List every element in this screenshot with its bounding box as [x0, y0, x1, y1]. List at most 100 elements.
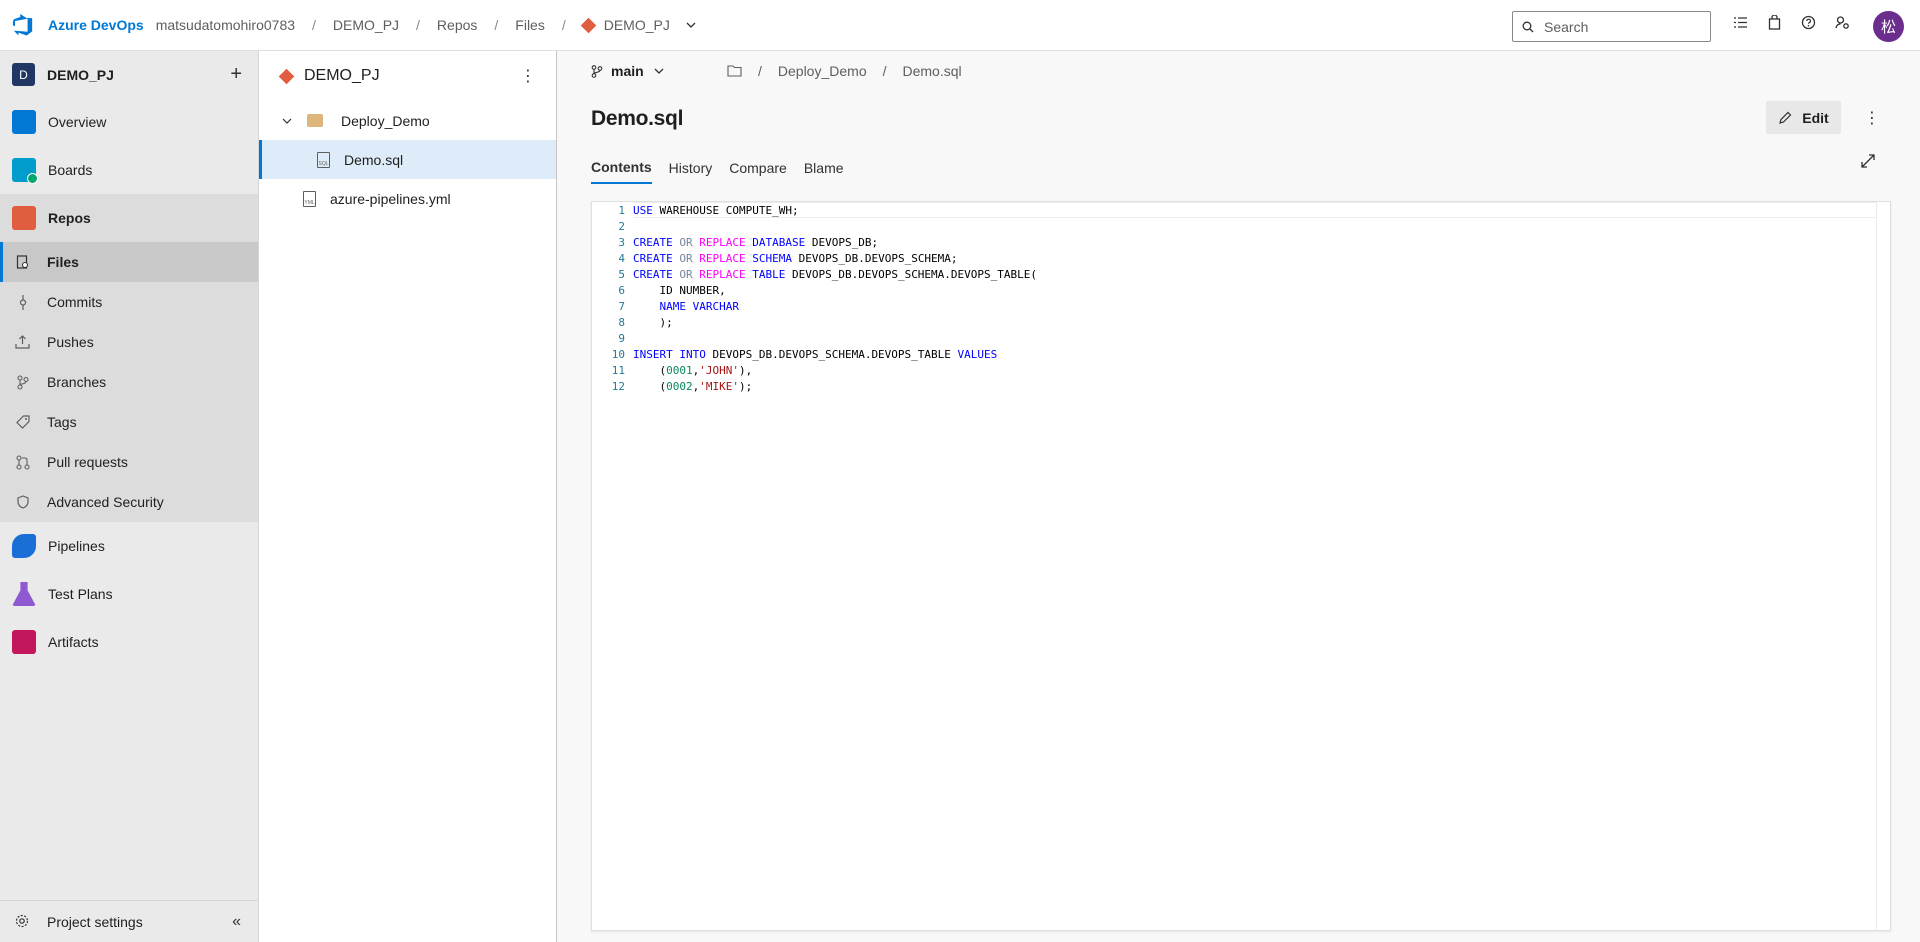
- breadcrumb-separator: /: [494, 17, 499, 33]
- project-settings-label: Project settings: [47, 913, 143, 930]
- add-icon[interactable]: +: [230, 63, 242, 86]
- brand-name[interactable]: Azure DevOps: [48, 17, 144, 33]
- code-view: 1 USE WAREHOUSE COMPUTE_WH; 2 3 CREATE OR …: [592, 202, 1037, 395]
- editor-scrollbar[interactable]: [1876, 202, 1890, 930]
- search-input[interactable]: Search: [1512, 11, 1711, 42]
- code-line: 10 INSERT INTO DEVOPS_DB.DEVOPS_SCHEMA.DE…: [592, 347, 1037, 363]
- pencil-icon: [1779, 111, 1792, 124]
- work-items-icon[interactable]: [1732, 14, 1749, 31]
- sidebar-item-pushes[interactable]: Pushes: [0, 322, 258, 362]
- breadcrumb-repo[interactable]: DEMO_PJ: [580, 17, 696, 33]
- collapse-icon[interactable]: «: [232, 913, 241, 931]
- sidebar-item-branches[interactable]: Branches: [0, 362, 258, 402]
- sidebar-item-pull-requests[interactable]: Pull requests: [0, 442, 258, 482]
- tab-contents[interactable]: Contents: [591, 151, 652, 184]
- top-icons: [1732, 14, 1851, 31]
- tab-compare[interactable]: Compare: [729, 151, 787, 184]
- nav-item-artifacts[interactable]: Artifacts: [0, 618, 258, 666]
- line-number: 12: [611, 380, 625, 393]
- tree-folder-label: Deploy_Demo: [341, 112, 430, 129]
- line-number: 5: [618, 268, 625, 281]
- user-settings-icon[interactable]: [1834, 14, 1851, 31]
- file-icon: [15, 255, 30, 270]
- more-options-icon[interactable]: ⋮: [1864, 108, 1880, 128]
- sidebar-item-label: Pull requests: [47, 454, 128, 470]
- line-number: 7: [618, 300, 625, 313]
- repo-icon: [580, 17, 597, 33]
- project-badge: D: [12, 63, 35, 86]
- nav-item-overview[interactable]: Overview: [0, 98, 258, 146]
- azure-devops-logo-icon: [12, 14, 33, 36]
- nav-item-pipelines[interactable]: Pipelines: [0, 522, 258, 570]
- tree-file-selected[interactable]: SQL Demo.sql: [259, 140, 556, 179]
- sidebar-item-tags[interactable]: Tags: [0, 402, 258, 442]
- chevron-down-icon: [654, 68, 664, 74]
- file-path: / Deploy_Demo / Demo.sql: [727, 63, 962, 79]
- line-number: 10: [611, 348, 625, 361]
- nav-item-test-plans[interactable]: Test Plans: [0, 570, 258, 618]
- project-settings[interactable]: Project settings «: [0, 900, 259, 942]
- code-line: 6 ID NUMBER,: [592, 283, 1037, 299]
- code-line: 2: [592, 219, 1037, 235]
- code-line: 9: [592, 331, 1037, 347]
- sql-file-icon: SQL: [317, 151, 330, 168]
- tree-file[interactable]: YML azure-pipelines.yml: [259, 179, 556, 218]
- help-icon[interactable]: [1800, 14, 1817, 31]
- project-name: DEMO_PJ: [47, 66, 114, 83]
- nav-item-repos[interactable]: Repos: [0, 194, 258, 242]
- chevron-down-icon[interactable]: [281, 115, 293, 127]
- breadcrumb-section[interactable]: Repos: [437, 17, 477, 33]
- commit-icon: [15, 294, 30, 310]
- avatar[interactable]: 松: [1873, 11, 1904, 42]
- path-folder[interactable]: Deploy_Demo: [778, 63, 867, 79]
- boards-icon: [12, 158, 38, 184]
- chevron-down-icon: [686, 22, 696, 28]
- edit-label: Edit: [1802, 109, 1829, 126]
- tree-file-label: Demo.sql: [344, 151, 404, 168]
- line-number: 3: [618, 236, 625, 249]
- sidebar-item-advanced-security[interactable]: Advanced Security: [0, 482, 258, 522]
- code-line: 12 (0002,'MIKE');: [592, 379, 1037, 395]
- folder-icon: [307, 114, 323, 127]
- sidebar-item-label: Branches: [47, 374, 107, 390]
- breadcrumb-separator: /: [416, 17, 420, 33]
- tree-folder[interactable]: Deploy_Demo: [259, 101, 556, 140]
- tab-history[interactable]: History: [669, 151, 713, 184]
- pull-request-icon: [15, 454, 30, 470]
- branch-selector[interactable]: main: [591, 63, 664, 79]
- edit-button[interactable]: Edit: [1766, 101, 1841, 134]
- path-separator: /: [758, 63, 762, 79]
- sidebar-item-files[interactable]: Files: [0, 242, 258, 282]
- main-content: main / Deploy_Demo / Demo.sql Demo.sql E…: [557, 51, 1920, 942]
- expand-icon[interactable]: [1860, 153, 1876, 169]
- top-bar: Azure DevOps matsudatomohiro0783 / DEMO_…: [0, 0, 1920, 51]
- sidebar-item-label: Advanced Security: [47, 494, 164, 510]
- nav-item-boards[interactable]: Boards: [0, 146, 258, 194]
- code-editor[interactable]: 1 USE WAREHOUSE COMPUTE_WH; 2 3 CREATE OR …: [591, 201, 1891, 931]
- line-number: 8: [618, 316, 625, 329]
- breadcrumb-project[interactable]: DEMO_PJ: [333, 17, 399, 33]
- tab-blame[interactable]: Blame: [804, 151, 844, 184]
- line-number: 2: [618, 220, 625, 233]
- tree-header: DEMO_PJ ⋮: [259, 51, 556, 101]
- more-options-icon[interactable]: ⋮: [520, 66, 536, 86]
- brand[interactable]: Azure DevOps: [12, 14, 144, 36]
- breadcrumb-page[interactable]: Files: [515, 17, 545, 33]
- file-tree: DEMO_PJ ⋮ Deploy_Demo SQL Demo.sql YML a…: [259, 51, 557, 942]
- file-title: Demo.sql: [591, 107, 684, 130]
- line-number: 6: [618, 284, 625, 297]
- folder-icon[interactable]: [727, 65, 742, 77]
- line-number: 1: [618, 204, 625, 217]
- path-file[interactable]: Demo.sql: [903, 63, 962, 79]
- path-separator: /: [882, 63, 887, 79]
- sidebar-item-commits[interactable]: Commits: [0, 282, 258, 322]
- line-number: 9: [618, 332, 625, 345]
- pipelines-icon: [12, 534, 36, 558]
- marketplace-icon[interactable]: [1766, 14, 1783, 31]
- tag-icon: [15, 415, 30, 430]
- search-icon: [1522, 21, 1534, 32]
- project-header[interactable]: D DEMO_PJ +: [0, 51, 258, 98]
- breadcrumb-org[interactable]: matsudatomohiro0783: [156, 17, 295, 33]
- tree-file-label: azure-pipelines.yml: [330, 190, 451, 207]
- repos-icon: [12, 206, 36, 230]
